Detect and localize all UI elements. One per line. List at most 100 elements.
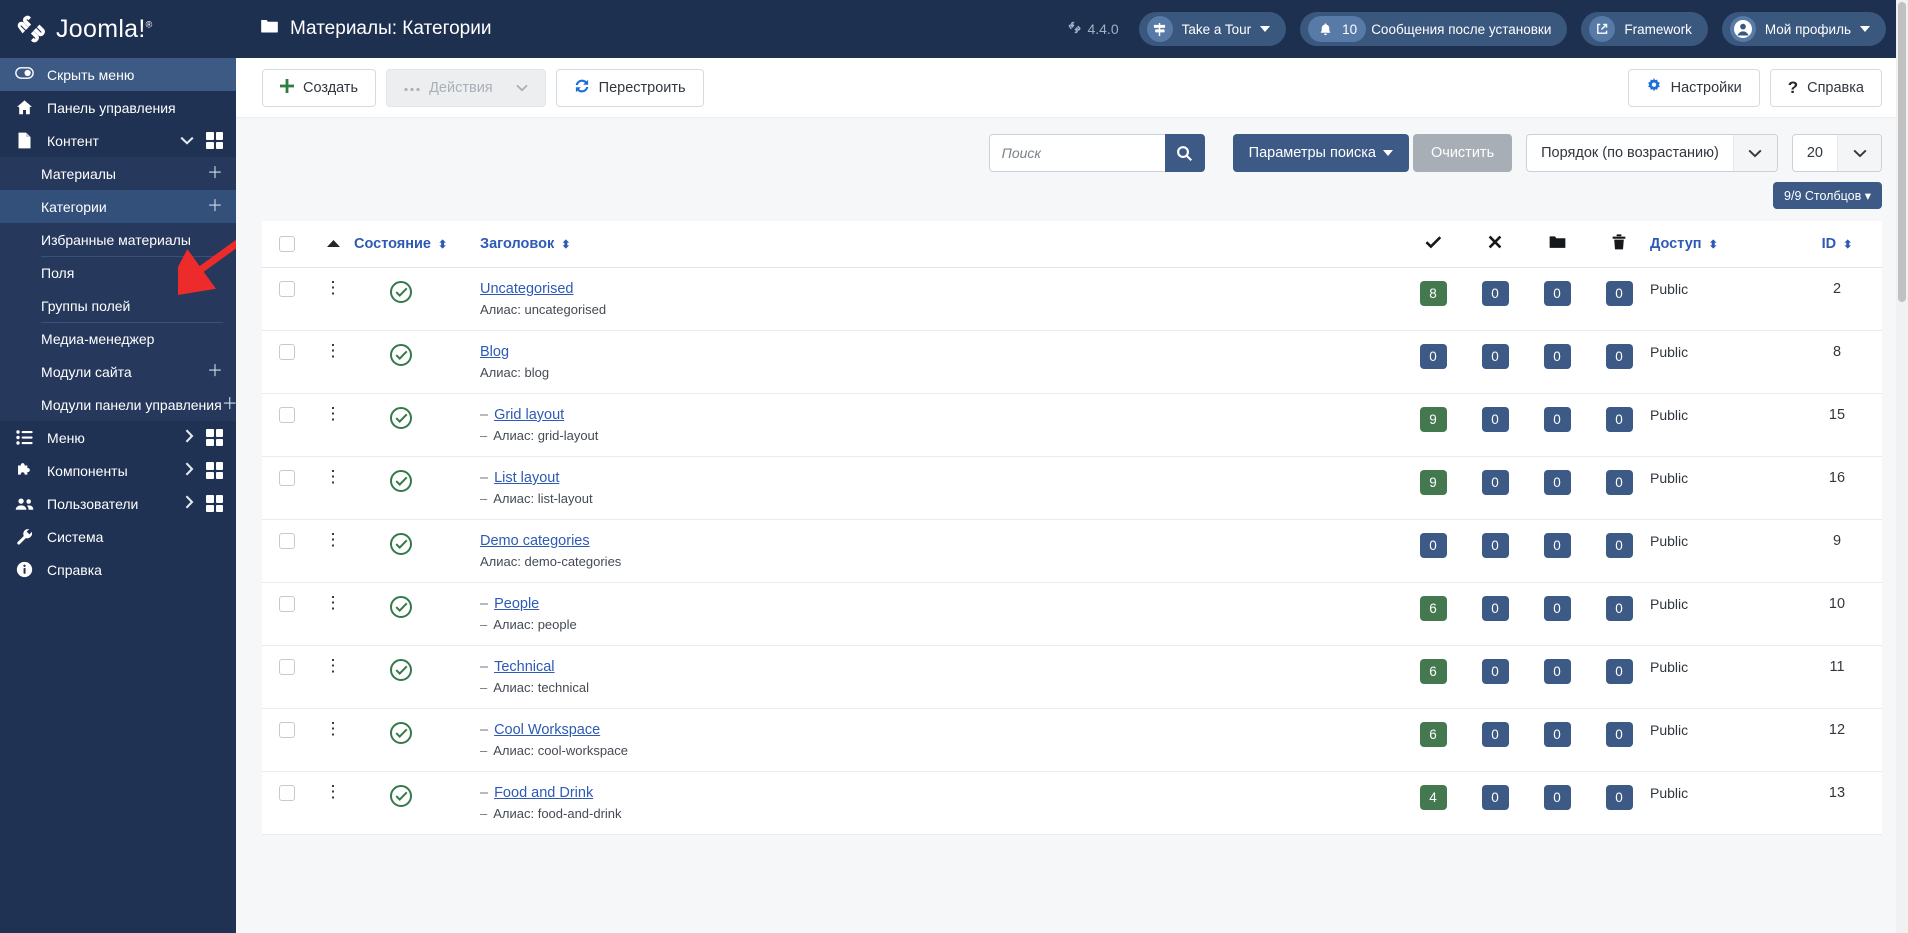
chevron-right-icon[interactable]: [185, 462, 194, 479]
count-badge[interactable]: 6: [1419, 659, 1447, 684]
ordering-select[interactable]: Порядок (по возрастанию): [1526, 134, 1778, 172]
published-count-header[interactable]: [1402, 221, 1464, 268]
plus-icon[interactable]: ＋: [207, 165, 223, 182]
sidebar-item-categories[interactable]: Категории ＋: [0, 190, 236, 223]
sidebar-item-fields[interactable]: Поля: [0, 256, 236, 289]
check-circle-icon[interactable]: [390, 596, 412, 618]
framework-button[interactable]: Framework: [1581, 12, 1708, 46]
actions-button[interactable]: Действия: [386, 68, 546, 107]
trashed-count-header[interactable]: [1588, 221, 1650, 268]
count-badge[interactable]: 0: [1481, 344, 1509, 369]
category-title-link[interactable]: Uncategorised: [480, 281, 574, 297]
check-circle-icon[interactable]: [390, 344, 412, 366]
sidebar-item-content[interactable]: Контент: [0, 124, 236, 157]
page-scrollbar[interactable]: [1896, 0, 1908, 933]
count-badge[interactable]: 0: [1605, 281, 1633, 306]
count-badge[interactable]: 0: [1543, 659, 1571, 684]
title-header[interactable]: Заголовок ⬍: [480, 221, 1402, 268]
count-badge[interactable]: 0: [1605, 596, 1633, 621]
count-badge[interactable]: 6: [1419, 722, 1447, 747]
count-badge[interactable]: 0: [1543, 533, 1571, 558]
check-circle-icon[interactable]: [390, 281, 412, 303]
id-header[interactable]: ID ⬍: [1792, 221, 1882, 268]
check-circle-icon[interactable]: [390, 533, 412, 555]
chevron-down-icon[interactable]: [180, 133, 194, 148]
sidebar-item-help[interactable]: Справка: [0, 553, 236, 586]
unpublished-count-header[interactable]: [1464, 221, 1526, 268]
new-button[interactable]: Создать: [262, 68, 377, 107]
plus-icon[interactable]: ＋: [207, 198, 223, 215]
sidebar-item-site-modules[interactable]: Модули сайта ＋: [0, 355, 236, 388]
count-badge[interactable]: 0: [1543, 470, 1571, 495]
category-title-link[interactable]: Blog: [480, 344, 509, 360]
plus-icon[interactable]: ＋: [207, 363, 223, 380]
rebuild-button[interactable]: Перестроить: [555, 68, 704, 107]
count-badge[interactable]: 0: [1543, 344, 1571, 369]
sidebar-item-admin-modules[interactable]: Модули панели управления ＋: [0, 388, 236, 421]
count-badge[interactable]: 0: [1481, 659, 1509, 684]
count-badge[interactable]: 0: [1419, 533, 1447, 558]
drag-handle-icon[interactable]: ⋮: [325, 530, 342, 549]
drag-handle-icon[interactable]: ⋮: [325, 404, 342, 423]
count-badge[interactable]: 0: [1543, 596, 1571, 621]
sidebar-item-users[interactable]: Пользователи: [0, 487, 236, 520]
count-badge[interactable]: 0: [1481, 722, 1509, 747]
chevron-right-icon[interactable]: [185, 495, 194, 512]
count-badge[interactable]: 9: [1419, 407, 1447, 432]
category-title-link[interactable]: List layout: [494, 470, 559, 486]
check-circle-icon[interactable]: [390, 785, 412, 807]
count-badge[interactable]: 0: [1481, 596, 1509, 621]
category-title-link[interactable]: Technical: [494, 659, 554, 675]
search-tools-button[interactable]: Параметры поиска: [1232, 134, 1409, 172]
drag-handle-icon[interactable]: ⋮: [325, 467, 342, 486]
row-checkbox[interactable]: [279, 407, 295, 424]
drag-handle-icon[interactable]: ⋮: [325, 656, 342, 675]
count-badge[interactable]: 0: [1481, 470, 1509, 495]
category-title-link[interactable]: Cool Workspace: [494, 722, 600, 738]
check-circle-icon[interactable]: [390, 722, 412, 744]
count-badge[interactable]: 0: [1481, 533, 1509, 558]
row-checkbox[interactable]: [279, 596, 295, 613]
count-badge[interactable]: 0: [1419, 344, 1447, 369]
drag-handle-icon[interactable]: ⋮: [325, 719, 342, 738]
row-checkbox[interactable]: [279, 533, 295, 550]
row-checkbox[interactable]: [279, 470, 295, 487]
row-checkbox[interactable]: [279, 344, 295, 361]
sidebar-item-components[interactable]: Компоненты: [0, 454, 236, 487]
dashboard-grid-icon[interactable]: [206, 429, 223, 446]
check-circle-icon[interactable]: [390, 470, 412, 492]
search-button[interactable]: [1164, 134, 1205, 172]
brand-logo-area[interactable]: Joomla!®: [0, 0, 236, 58]
count-badge[interactable]: 0: [1543, 785, 1571, 810]
count-badge[interactable]: 0: [1605, 659, 1633, 684]
row-checkbox[interactable]: [279, 785, 295, 802]
notifications-button[interactable]: 10 Сообщения после установки: [1300, 12, 1568, 46]
sidebar-item-system[interactable]: Система: [0, 520, 236, 553]
count-badge[interactable]: 0: [1605, 344, 1633, 369]
list-limit-select[interactable]: 20: [1791, 134, 1882, 172]
options-button[interactable]: Настройки: [1627, 68, 1760, 107]
status-header[interactable]: Состояние ⬍: [354, 221, 480, 268]
dashboard-grid-icon[interactable]: [206, 495, 223, 512]
count-badge[interactable]: 0: [1605, 470, 1633, 495]
category-title-link[interactable]: Demo categories: [480, 533, 590, 549]
count-badge[interactable]: 0: [1605, 785, 1633, 810]
sidebar-item-field-groups[interactable]: Группы полей: [0, 289, 236, 322]
drag-handle-icon[interactable]: ⋮: [325, 593, 342, 612]
access-header[interactable]: Доступ ⬍: [1650, 221, 1792, 268]
count-badge[interactable]: 0: [1543, 722, 1571, 747]
check-circle-icon[interactable]: [390, 659, 412, 681]
help-button[interactable]: ? Справка: [1769, 68, 1882, 107]
drag-handle-icon[interactable]: ⋮: [325, 341, 342, 360]
plus-icon[interactable]: ＋: [222, 396, 236, 413]
count-badge[interactable]: 8: [1419, 281, 1447, 306]
sidebar-item-menus[interactable]: Меню: [0, 421, 236, 454]
count-badge[interactable]: 0: [1605, 407, 1633, 432]
ordering-header[interactable]: [312, 221, 354, 268]
count-badge[interactable]: 6: [1419, 596, 1447, 621]
count-badge[interactable]: 0: [1543, 407, 1571, 432]
category-title-link[interactable]: People: [494, 596, 539, 612]
sidebar-item-dashboard[interactable]: Панель управления: [0, 91, 236, 124]
row-checkbox[interactable]: [279, 659, 295, 676]
take-a-tour-button[interactable]: Take a Tour: [1138, 12, 1287, 46]
